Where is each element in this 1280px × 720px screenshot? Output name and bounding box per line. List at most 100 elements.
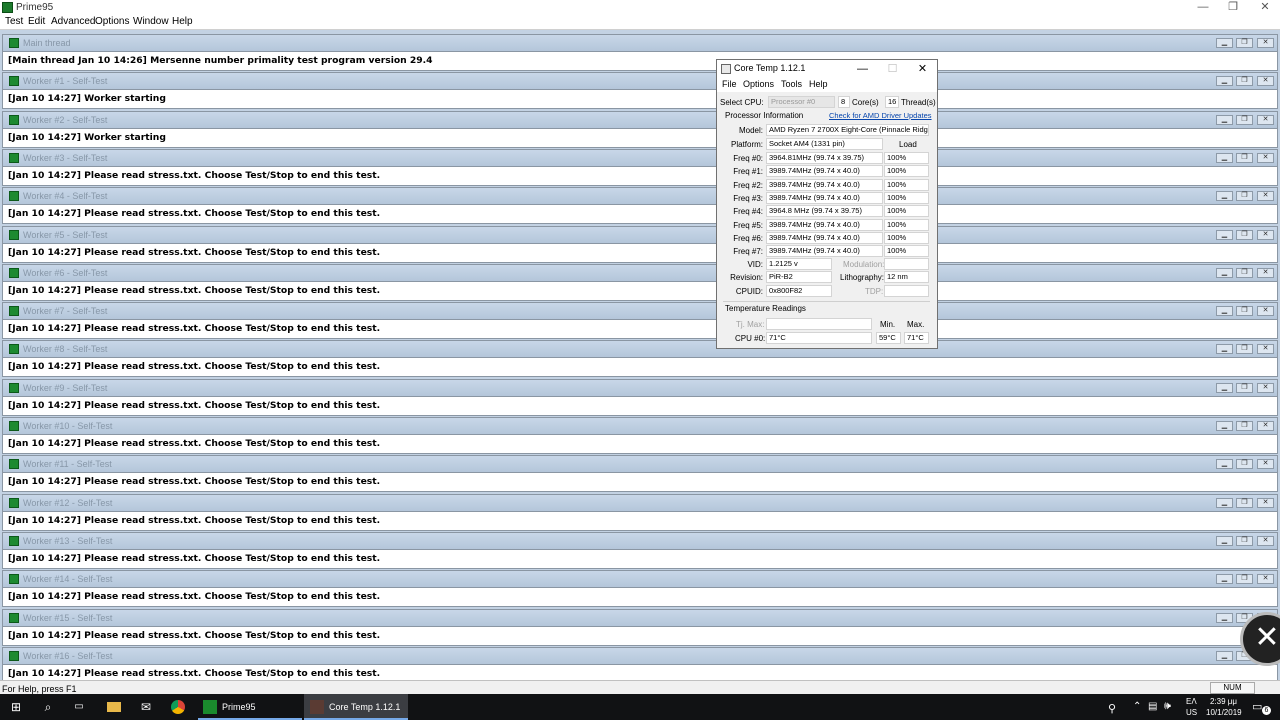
close-icon[interactable]: ✕ — [1257, 421, 1274, 431]
close-icon[interactable]: ✕ — [1257, 344, 1274, 355]
network-icon[interactable]: ▤ — [1148, 701, 1157, 712]
worker-window[interactable]: Worker #7 - Self-Test ▁ ❐ ✕ [Jan 10 14:27] P… — [2, 302, 1278, 340]
worker-window[interactable]: Worker #2 - Self-Test ▁ ❐ ✕ [Jan 10 14:27] W… — [2, 110, 1278, 148]
minimize-button[interactable]: — — [1188, 0, 1218, 14]
worker-window[interactable]: Worker #16 - Self-Test▁❐✕[Jan 10 14:27] … — [2, 646, 1278, 684]
worker-output[interactable]: [Jan 10 14:27] Worker starting — [3, 127, 1277, 147]
worker-output[interactable]: [Jan 10 14:27] Please read stress.txt. C… — [3, 587, 1277, 607]
worker-window[interactable]: Worker #9 - Self-Test ▁ ❐ ✕ [Jan 10 14:27] P… — [2, 378, 1278, 416]
menu-edit[interactable]: Edit — [28, 16, 45, 27]
language-bottom[interactable]: US — [1186, 708, 1197, 717]
worker-output[interactable]: [Jan 10 14:27] Please read stress.txt. C… — [3, 395, 1277, 415]
restore-icon[interactable]: ❐ — [1236, 497, 1253, 508]
worker-output[interactable]: [Jan 10 14:27] Please read stress.txt. C… — [3, 204, 1277, 224]
close-icon[interactable]: ✕ — [1257, 76, 1274, 87]
taskbar-app-prime95[interactable]: Prime95 — [198, 694, 302, 720]
close-icon[interactable]: ✕ — [1257, 191, 1274, 202]
minimize-icon[interactable]: ▁ — [1216, 267, 1233, 278]
coretemp-menu-options[interactable]: Options — [743, 79, 774, 89]
worker-window[interactable]: Worker #1 - Self-Test ▁ ❐ ✕ [Jan 10 14:27] W… — [2, 72, 1278, 110]
task-view-icon[interactable]: ▭ — [66, 694, 92, 720]
minimize-icon[interactable]: ▁ — [1216, 38, 1233, 48]
worker-window[interactable]: Worker #14 - Self-Test ▁ ❐ ✕ [Jan 10 14:27] … — [2, 570, 1278, 608]
worker-window[interactable]: Worker #15 - Self-Test▁❐✕[Jan 10 14:27] … — [2, 608, 1278, 646]
worker-window[interactable]: Main thread ▁ ❐ ✕ [Main thread Jan 10 14:26]… — [2, 34, 1278, 71]
minimize-icon[interactable]: ▁ — [1216, 421, 1233, 431]
close-icon[interactable]: ✕ — [1257, 114, 1274, 125]
worker-output[interactable]: [Jan 10 14:27] Please read stress.txt. C… — [3, 357, 1277, 377]
restore-icon[interactable]: ❐ — [1236, 191, 1253, 202]
restore-icon[interactable]: ❐ — [1236, 382, 1253, 393]
minimize-icon[interactable]: ▁ — [1216, 229, 1233, 240]
worker-window[interactable]: Worker #11 - Self-Test ▁ ❐ ✕ [Jan 10 14:27] … — [2, 455, 1278, 493]
start-button[interactable]: ⊞ — [3, 694, 29, 720]
minimize-icon[interactable]: ▁ — [1216, 574, 1233, 585]
restore-icon[interactable]: ❐ — [1236, 459, 1253, 470]
coretemp-menu-tools[interactable]: Tools — [781, 79, 802, 89]
close-icon[interactable]: ✕ — [1257, 574, 1274, 585]
restore-icon[interactable]: ❐ — [1236, 152, 1253, 163]
worker-output[interactable]: [Jan 10 14:27] Please read stress.txt. C… — [3, 625, 1277, 645]
minimize-icon[interactable]: ▁ — [1216, 459, 1233, 470]
worker-output[interactable]: [Jan 10 14:27] Please read stress.txt. C… — [3, 319, 1277, 339]
worker-output[interactable]: [Jan 10 14:27] Worker starting — [3, 89, 1277, 109]
worker-window[interactable]: Worker #5 - Self-Test ▁ ❐ ✕ [Jan 10 14:27] P… — [2, 225, 1278, 263]
minimize-icon[interactable]: ▁ — [1216, 497, 1233, 508]
worker-output[interactable]: [Jan 10 14:27] Please read stress.txt. C… — [3, 242, 1277, 262]
worker-output[interactable]: [Jan 10 14:27] Please read stress.txt. C… — [3, 280, 1277, 300]
mail-icon[interactable]: ✉ — [134, 694, 158, 720]
clock-date[interactable]: 10/1/2019 — [1206, 708, 1242, 717]
chrome-icon[interactable] — [166, 694, 190, 720]
close-button[interactable]: ✕ — [1250, 0, 1280, 14]
close-icon[interactable]: ✕ — [1257, 152, 1274, 163]
minimize-icon[interactable]: ▁ — [1216, 191, 1233, 202]
close-icon[interactable]: ✕ — [1257, 535, 1274, 546]
restore-icon[interactable]: ❐ — [1236, 267, 1253, 278]
coretemp-menu-file[interactable]: File — [722, 79, 737, 89]
close-icon[interactable]: ✕ — [1257, 497, 1274, 508]
menu-window[interactable]: Window — [133, 16, 169, 27]
worker-window[interactable]: Worker #10 - Self-Test ▁ ❐ ✕ [Jan 10 14:27] … — [2, 417, 1278, 454]
worker-output[interactable]: [Main thread Jan 10 14:26] Mersenne numb… — [3, 51, 1277, 70]
restore-icon[interactable]: ❐ — [1236, 344, 1253, 355]
close-icon[interactable]: ✕ — [1257, 229, 1274, 240]
minimize-icon[interactable]: ▁ — [1216, 535, 1233, 546]
menu-options[interactable]: Options — [95, 16, 129, 27]
minimize-icon[interactable]: ▁ — [1216, 114, 1233, 125]
restore-icon[interactable]: ❐ — [1236, 306, 1253, 317]
file-explorer-icon[interactable] — [102, 694, 126, 720]
close-icon[interactable]: ✕ — [1257, 382, 1274, 393]
coretemp-menu-help[interactable]: Help — [809, 79, 828, 89]
restore-icon[interactable]: ❐ — [1236, 114, 1253, 125]
minimize-icon[interactable]: ▁ — [1216, 344, 1233, 355]
minimize-icon[interactable]: ▁ — [1216, 152, 1233, 163]
chevron-up-icon[interactable]: ⌃ — [1133, 701, 1141, 712]
volume-icon[interactable]: 🕪 — [1164, 700, 1171, 713]
worker-window[interactable]: Worker #4 - Self-Test ▁ ❐ ✕ [Jan 10 14:27] P… — [2, 187, 1278, 225]
notification-icon[interactable]: ▭ — [1252, 700, 1262, 713]
close-icon[interactable]: ✕ — [1257, 38, 1274, 48]
coretemp-minimize-button[interactable]: — — [850, 60, 875, 78]
worker-window[interactable]: Worker #13 - Self-Test ▁ ❐ ✕ [Jan 10 14:27] … — [2, 531, 1278, 569]
search-icon[interactable]: ⌕ — [35, 694, 61, 720]
restore-icon[interactable]: ❐ — [1236, 535, 1253, 546]
worker-window[interactable]: Worker #8 - Self-Test ▁ ❐ ✕ [Jan 10 14:27] P… — [2, 340, 1278, 378]
close-icon[interactable]: ✕ — [1257, 306, 1274, 317]
worker-output[interactable]: [Jan 10 14:27] Please read stress.txt. C… — [3, 165, 1277, 185]
worker-window[interactable]: Worker #12 - Self-Test ▁ ❐ ✕ [Jan 10 14:27] … — [2, 493, 1278, 531]
people-icon[interactable]: ⚲ — [1108, 702, 1116, 715]
clock-time[interactable]: 2:39 μμ — [1210, 697, 1237, 706]
minimize-icon[interactable]: ▁ — [1216, 650, 1233, 661]
driver-updates-link[interactable]: Check for AMD Driver Updates — [829, 111, 932, 120]
minimize-icon[interactable]: ▁ — [1216, 382, 1233, 393]
close-icon[interactable]: ✕ — [1257, 267, 1274, 278]
close-icon[interactable]: ✕ — [1257, 459, 1274, 470]
language-top[interactable]: ΕΛ — [1186, 697, 1197, 706]
taskbar-app-coretemp[interactable]: Core Temp 1.12.1 — [304, 694, 408, 720]
menu-help[interactable]: Help — [172, 16, 193, 27]
worker-window[interactable]: Worker #3 - Self-Test ▁ ❐ ✕ [Jan 10 14:27] P… — [2, 148, 1278, 186]
minimize-icon[interactable]: ▁ — [1216, 306, 1233, 317]
coretemp-close-button[interactable]: ✕ — [910, 60, 935, 78]
worker-output[interactable]: [Jan 10 14:27] Please read stress.txt. C… — [3, 472, 1277, 492]
worker-output[interactable]: [Jan 10 14:27] Please read stress.txt. C… — [3, 434, 1277, 453]
